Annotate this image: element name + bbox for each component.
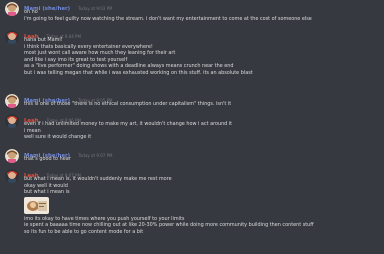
message-text: this is one of those "there is no ethica… [24, 101, 232, 107]
avatar-image [5, 94, 19, 108]
message-text: i mean [24, 127, 41, 134]
avatar-image [5, 30, 19, 44]
avatar[interactable] [5, 30, 19, 44]
message-text: okay well it would [24, 182, 68, 189]
image-attachment[interactable] [24, 196, 49, 214]
image-attachment-preview [24, 196, 49, 214]
avatar-image [5, 114, 19, 128]
message-text: even if i had unlimited money to make my… [24, 121, 233, 127]
timestamp: Today at 9:07 PM [78, 153, 113, 158]
message-text: well sure it would change it [24, 134, 92, 141]
message-group: Leah Today at 9:06 PM even if i had unli… [0, 113, 236, 141]
avatar-image [5, 149, 19, 163]
message-text: i think thats basically every entertaine… [24, 43, 153, 50]
message-text: ie spent a baaaaa time now chilling out … [24, 222, 314, 229]
message-group: Mami (she/her) Today at 9:07 PM that's g… [0, 148, 116, 163]
message-text: and like i say imo its great to test you… [24, 56, 128, 63]
message-text: most just wont call aware how much they … [24, 50, 176, 57]
avatar-image [5, 169, 19, 183]
message-text: i'm going to feel guilty now watching th… [24, 15, 312, 22]
message-text: but i was telling megan that while i was… [24, 69, 253, 76]
avatar[interactable] [5, 94, 19, 108]
timestamp: Today at 9:03 PM [78, 6, 113, 11]
message-text: imo its okay to have times where you pus… [24, 215, 185, 222]
message-group: Leah Today at 9:04 PM haha but Mami! i t… [0, 29, 257, 77]
avatar-image [5, 2, 19, 16]
message-text: haha but Mami! [24, 37, 63, 43]
avatar[interactable] [5, 149, 19, 163]
message-text: so its fun to be able to go content mode… [24, 228, 144, 235]
message-text: but what i mean is, it wouldn't suddenly… [24, 176, 172, 182]
message-group: Leah Today at 9:07 PM but what i mean is… [0, 168, 318, 236]
chat-messages: Mami (she/her) Today at 9:03 PM oh no i'… [0, 0, 384, 254]
avatar[interactable] [5, 2, 19, 16]
avatar[interactable] [5, 114, 19, 128]
avatar[interactable] [5, 169, 19, 183]
message-group: Mami (she/her) Today at 9:03 PM oh no i'… [0, 1, 316, 22]
message-text: but what i mean is [24, 189, 70, 196]
message-text: as a "live performer" doing shows with a… [24, 63, 234, 70]
message-group: Mami (she/her) Today at 9:05 PM this is … [0, 93, 235, 108]
